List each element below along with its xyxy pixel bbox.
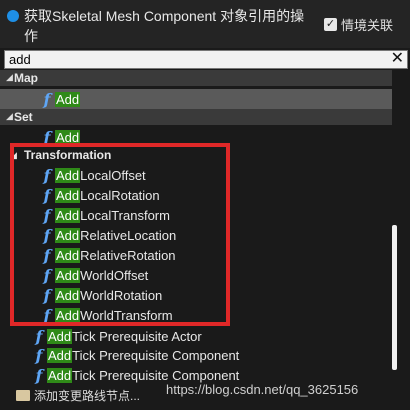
item-label-rest: LocalRotation — [80, 187, 160, 203]
match-highlight: Add — [55, 129, 81, 145]
match-highlight: Add — [55, 187, 81, 203]
function-icon: f — [35, 326, 43, 346]
list-item[interactable]: f Add LocalRotation — [40, 185, 160, 205]
expand-arrow-icon[interactable]: ◢ — [6, 72, 13, 83]
function-icon: f — [43, 89, 51, 109]
item-label-rest: RelativeRotation — [80, 247, 176, 263]
category-label: Set — [14, 110, 33, 124]
category-label: Map — [14, 71, 38, 85]
match-highlight: Add — [47, 367, 73, 383]
function-icon: f — [43, 225, 51, 245]
list-item[interactable]: f Add LocalOffset — [40, 165, 146, 185]
function-icon: f — [43, 165, 51, 185]
list-item[interactable]: f Add Tick Prerequisite Component — [32, 345, 240, 365]
function-icon: f — [43, 185, 51, 205]
function-icon: f — [43, 265, 51, 285]
match-highlight: Add — [55, 307, 81, 323]
add-reroute-node-item[interactable]: 添加变更路线节点... — [16, 386, 140, 404]
function-icon: f — [43, 285, 51, 305]
match-highlight: Add — [55, 91, 81, 107]
category-map[interactable]: ◢ Map — [0, 70, 392, 86]
function-icon: f — [43, 127, 51, 147]
list-item-map-add[interactable]: f Add — [0, 89, 392, 109]
action-list: ◢ Map f Add ◢ Set f Add ◢ Transformation… — [0, 70, 392, 390]
match-highlight: Add — [55, 287, 81, 303]
match-highlight: Add — [47, 328, 73, 344]
list-item[interactable]: f Add WorldTransform — [40, 305, 173, 325]
match-highlight: Add — [55, 167, 81, 183]
footer-label: 添加变更路线节点... — [34, 388, 141, 403]
list-item-set-add[interactable]: f Add — [40, 127, 81, 147]
context-sensitive-label: 情境关联 — [341, 18, 394, 33]
search-input[interactable] — [9, 51, 379, 68]
category-transformation[interactable]: ◢ Transformation — [0, 148, 392, 164]
list-item[interactable]: f Add LocalTransform — [40, 205, 170, 225]
list-item[interactable]: f Add Tick Prerequisite Actor — [32, 326, 202, 346]
function-icon: f — [35, 365, 43, 385]
watermark: https://blog.csdn.net/qq_3625156 — [166, 382, 359, 397]
list-item[interactable]: f Add WorldOffset — [40, 265, 149, 285]
match-highlight: Add — [47, 347, 73, 363]
function-icon: f — [43, 205, 51, 225]
item-label-rest: WorldOffset — [80, 267, 149, 283]
item-label-rest: RelativeLocation — [80, 227, 177, 243]
category-label: Transformation — [24, 148, 112, 162]
item-label-rest: Tick Prerequisite Actor — [72, 328, 202, 344]
item-label-rest: WorldTransform — [80, 307, 173, 323]
function-icon: f — [35, 345, 43, 365]
match-highlight: Add — [55, 247, 81, 263]
item-label-rest: WorldRotation — [80, 287, 163, 303]
expand-arrow-icon[interactable]: ◢ — [10, 150, 17, 161]
item-label-rest: LocalTransform — [80, 207, 170, 223]
checkbox-checked-icon[interactable]: ✓ — [324, 18, 337, 31]
list-item[interactable]: f Add RelativeRotation — [40, 245, 176, 265]
panel-title: 获取Skeletal Mesh Component 对象引用的操作 — [24, 8, 305, 44]
list-item[interactable]: f Add RelativeLocation — [40, 225, 177, 245]
match-highlight: Add — [55, 267, 81, 283]
function-icon: f — [43, 245, 51, 265]
clear-search-icon[interactable]: ✕ — [391, 50, 404, 68]
scrollbar-thumb[interactable] — [392, 225, 397, 370]
search-box[interactable]: ✕ — [4, 50, 408, 69]
panel-header: 获取Skeletal Mesh Component 对象引用的操作 ✓ 情境关联 — [0, 0, 410, 48]
item-label-rest: Tick Prerequisite Component — [72, 367, 240, 383]
folder-icon — [16, 389, 30, 401]
blueprint-icon — [7, 10, 19, 22]
expand-arrow-icon[interactable]: ◢ — [6, 111, 13, 122]
context-sensitive-toggle[interactable]: ✓ 情境关联 — [324, 15, 393, 34]
item-label-rest: LocalOffset — [80, 167, 146, 183]
list-item[interactable]: f Add WorldRotation — [40, 285, 163, 305]
function-icon: f — [43, 305, 51, 325]
match-highlight: Add — [55, 207, 81, 223]
category-set[interactable]: ◢ Set — [0, 109, 392, 125]
match-highlight: Add — [55, 227, 81, 243]
item-label-rest: Tick Prerequisite Component — [72, 347, 240, 363]
